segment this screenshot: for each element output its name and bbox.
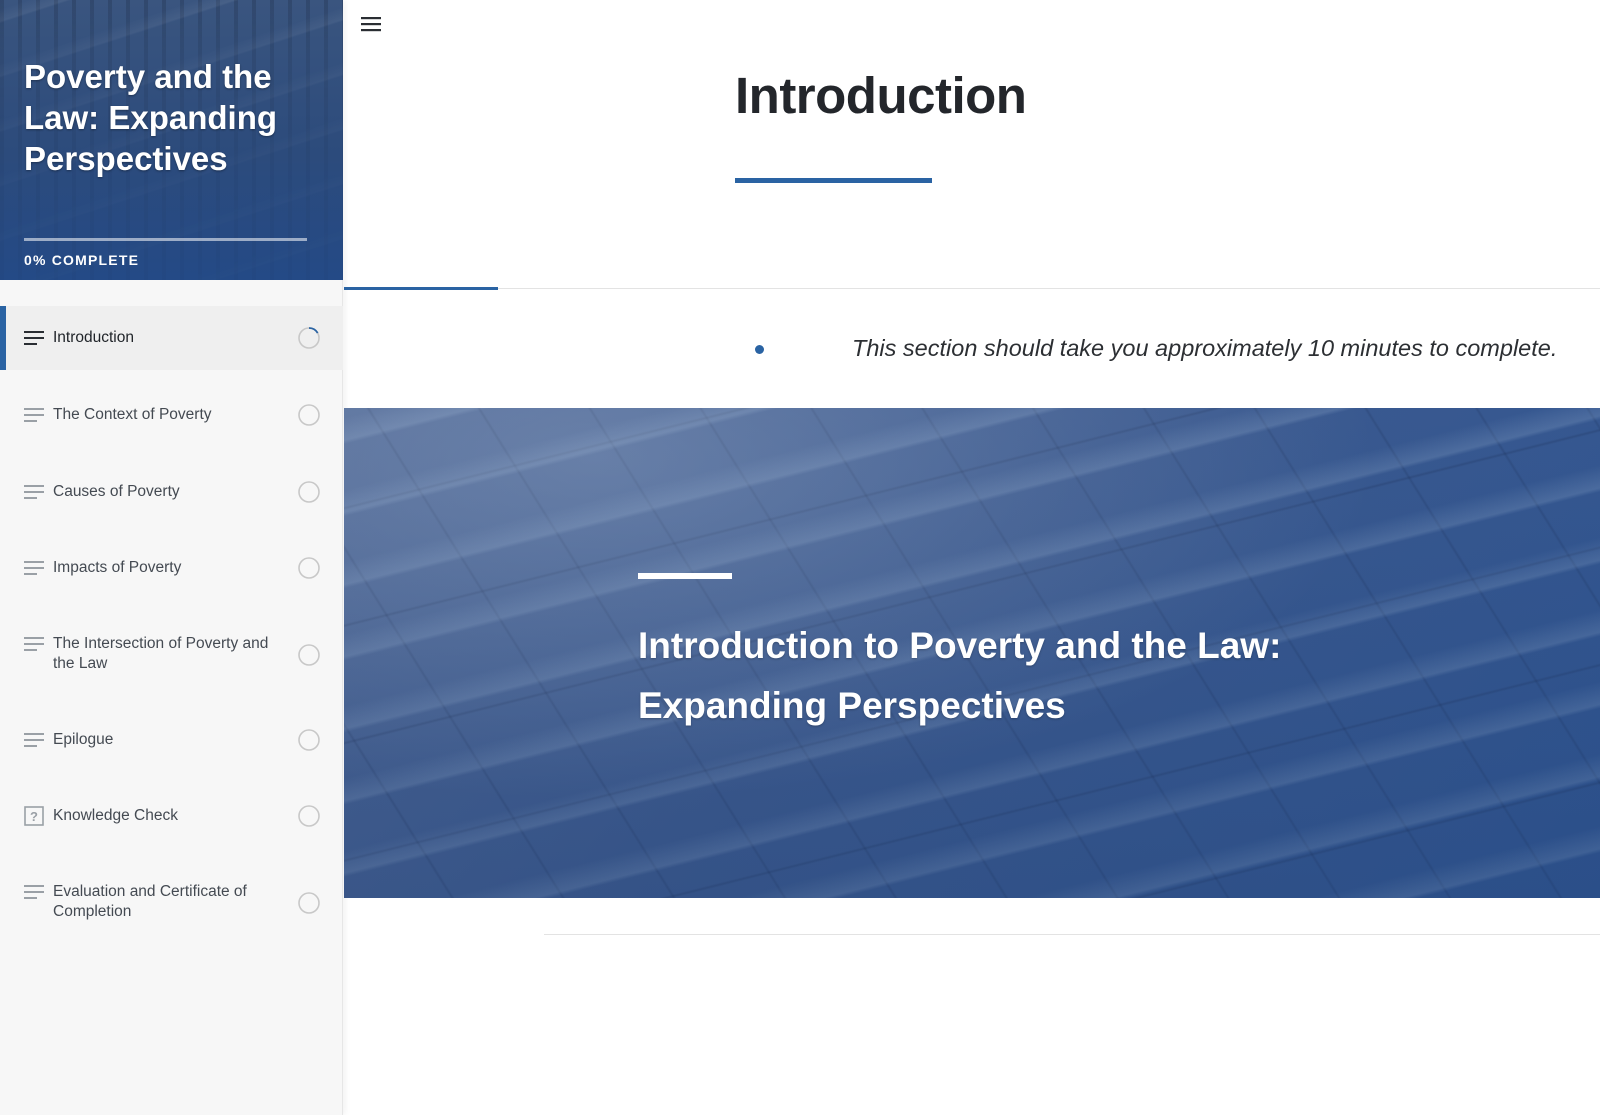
sidebar-item-label: Impacts of Poverty [53,559,182,576]
title-underline [735,178,932,183]
sidebar-item-label: Epilogue [53,731,114,748]
course-progress-bar [24,238,307,241]
sidebar-header: Poverty and the Law: Expanding Perspecti… [0,0,343,280]
lesson-text-icon [24,484,44,500]
section-divider [344,288,1600,289]
not-started-status-icon [298,557,320,579]
sidebar-item-context-of-poverty[interactable]: The Context of Poverty [0,370,343,447]
sidebar-item-introduction[interactable]: Introduction [0,306,343,370]
course-progress-label: 0% COMPLETE [24,252,140,268]
lesson-title: Introduction [735,67,1027,124]
course-title: Poverty and the Law: Expanding Perspecti… [24,58,278,177]
lesson-text-icon [24,636,44,652]
section-divider-accent [344,287,498,290]
bullet-dot [755,345,764,354]
sidebar-item-label: Causes of Poverty [53,483,180,500]
sidebar-item-impacts-of-poverty[interactable]: Impacts of Poverty [0,523,343,599]
lesson-text-icon [24,732,44,748]
active-indicator [0,306,6,370]
sidebar-item-knowledge-check[interactable]: ? Knowledge Check [0,771,343,847]
course-app: Poverty and the Law: Expanding Perspecti… [0,0,1600,1115]
lesson-content: Introduction This section should take yo… [344,0,1600,1115]
sidebar-item-causes-of-poverty[interactable]: Causes of Poverty [0,447,343,523]
intro-banner: Introduction to Poverty and the Law: Exp… [344,408,1600,898]
lesson-text-icon [24,407,44,423]
not-started-status-icon [298,805,320,827]
duration-note: This section should take you approximate… [852,335,1558,361]
not-started-status-icon [298,644,320,666]
not-started-status-icon [298,404,320,426]
sidebar-item-label: Evaluation and Certificate of Completion [53,883,247,920]
sidebar-item-label: Knowledge Check [53,807,178,824]
course-sidebar: Poverty and the Law: Expanding Perspecti… [0,0,343,1115]
not-started-status-icon [298,481,320,503]
sidebar-item-intersection-of-poverty-and-law[interactable]: The Intersection of Poverty and the Law [0,599,343,695]
banner-heading: Introduction to Poverty and the Law: Exp… [638,625,1282,726]
sidebar-item-evaluation-and-certificate[interactable]: Evaluation and Certificate of Completion [0,847,343,943]
sidebar-item-label: Introduction [53,329,134,346]
sidebar-item-label: The Context of Poverty [53,406,212,423]
lesson-text-icon [24,560,44,576]
lesson-nav: Introduction The Context of Poverty Caus… [0,306,343,943]
sidebar-item-epilogue[interactable]: Epilogue [0,695,343,771]
banner-rule [638,573,732,579]
in-progress-status-icon [298,327,320,349]
content-divider [544,934,1600,935]
quiz-question-icon: ? [24,806,44,826]
sidebar-item-label: The Intersection of Poverty and the Law [53,635,269,672]
not-started-status-icon [298,892,320,914]
not-started-status-icon [298,729,320,751]
lesson-text-icon [24,884,44,900]
lesson-text-icon [24,330,44,346]
svg-text:?: ? [30,809,38,824]
hamburger-menu-icon[interactable] [358,12,384,36]
